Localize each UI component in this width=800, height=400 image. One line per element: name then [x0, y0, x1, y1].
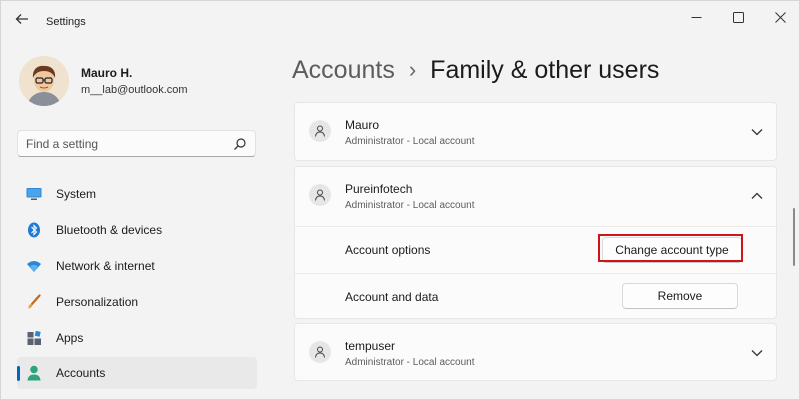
minimize-button[interactable] [683, 6, 709, 28]
monitor-icon [26, 186, 42, 202]
brush-icon [26, 294, 42, 310]
sidebar-item-bluetooth[interactable]: Bluetooth & devices [17, 214, 257, 246]
apps-icon [26, 330, 42, 346]
window-title: Settings [46, 16, 86, 28]
chevron-down-icon[interactable] [750, 125, 764, 139]
sidebar-item-label: Network & internet [56, 259, 155, 273]
sidebar-item-label: Accounts [56, 366, 106, 380]
wifi-icon [26, 258, 42, 274]
sidebar-item-system[interactable]: System [17, 178, 257, 210]
user-name: Pureinfotech [345, 182, 413, 196]
breadcrumb-parent[interactable]: Accounts [292, 56, 395, 85]
user-role: Administrator - Local account [345, 357, 475, 368]
title-bar: Settings [1, 1, 799, 37]
chevron-up-icon[interactable] [750, 189, 764, 203]
maximize-icon [732, 11, 744, 23]
sidebar-item-network[interactable]: Network & internet [17, 250, 257, 282]
avatar[interactable] [19, 56, 69, 106]
user-icon [309, 120, 331, 142]
arrow-left-icon [15, 14, 28, 24]
person-icon [26, 365, 42, 381]
search-box[interactable] [17, 130, 256, 157]
sidebar-item-label: System [56, 187, 97, 201]
sidebar-item-accounts[interactable]: Accounts [17, 357, 257, 389]
settings-window: Settings Mauro H. m__lab@outlook.com Fin… [0, 0, 800, 400]
search-input[interactable] [26, 136, 226, 152]
account-and-data-label: Account and data [345, 290, 439, 304]
user-card-mauro[interactable]: Mauro Administrator - Local account [294, 102, 777, 161]
user-row[interactable]: tempuser Administrator - Local account [295, 324, 778, 382]
user-icon [309, 341, 331, 363]
sidebar-item-apps[interactable]: Apps [17, 322, 257, 354]
user-avatar-icon [19, 56, 69, 106]
chevron-right-icon: › [408, 57, 417, 82]
page-title: Family & other users [430, 55, 660, 84]
bluetooth-icon [26, 222, 42, 238]
user-card-tempuser[interactable]: tempuser Administrator - Local account [294, 323, 777, 381]
sidebar-item-personalization[interactable]: Personalization [17, 286, 257, 318]
user-row[interactable]: Mauro Administrator - Local account [295, 103, 778, 161]
close-icon [774, 11, 786, 23]
sidebar-item-label: Apps [56, 331, 84, 345]
profile-email: m__lab@outlook.com [81, 84, 188, 96]
user-name: tempuser [345, 339, 396, 353]
scrollbar[interactable] [793, 208, 795, 266]
chevron-down-icon[interactable] [750, 346, 764, 360]
user-role: Administrator - Local account [345, 136, 475, 147]
user-name: Mauro [345, 118, 380, 132]
user-icon [309, 184, 331, 206]
divider [295, 226, 778, 227]
remove-button[interactable]: Remove [622, 283, 738, 309]
search-icon[interactable] [233, 137, 247, 151]
user-row[interactable]: Pureinfotech Administrator - Local accou… [295, 167, 778, 225]
divider [295, 273, 778, 274]
maximize-button[interactable] [725, 6, 751, 28]
close-button[interactable] [767, 6, 793, 28]
profile-name: Mauro H. [81, 66, 133, 80]
breadcrumb: Accounts › Family & other users [292, 53, 659, 87]
account-options-label: Account options [345, 243, 431, 257]
sidebar-item-label: Bluetooth & devices [56, 223, 163, 237]
highlight-box [598, 234, 743, 262]
back-button[interactable] [11, 9, 33, 29]
user-role: Administrator - Local account [345, 200, 475, 211]
sidebar-item-label: Personalization [56, 295, 139, 309]
minimize-icon [691, 16, 701, 18]
